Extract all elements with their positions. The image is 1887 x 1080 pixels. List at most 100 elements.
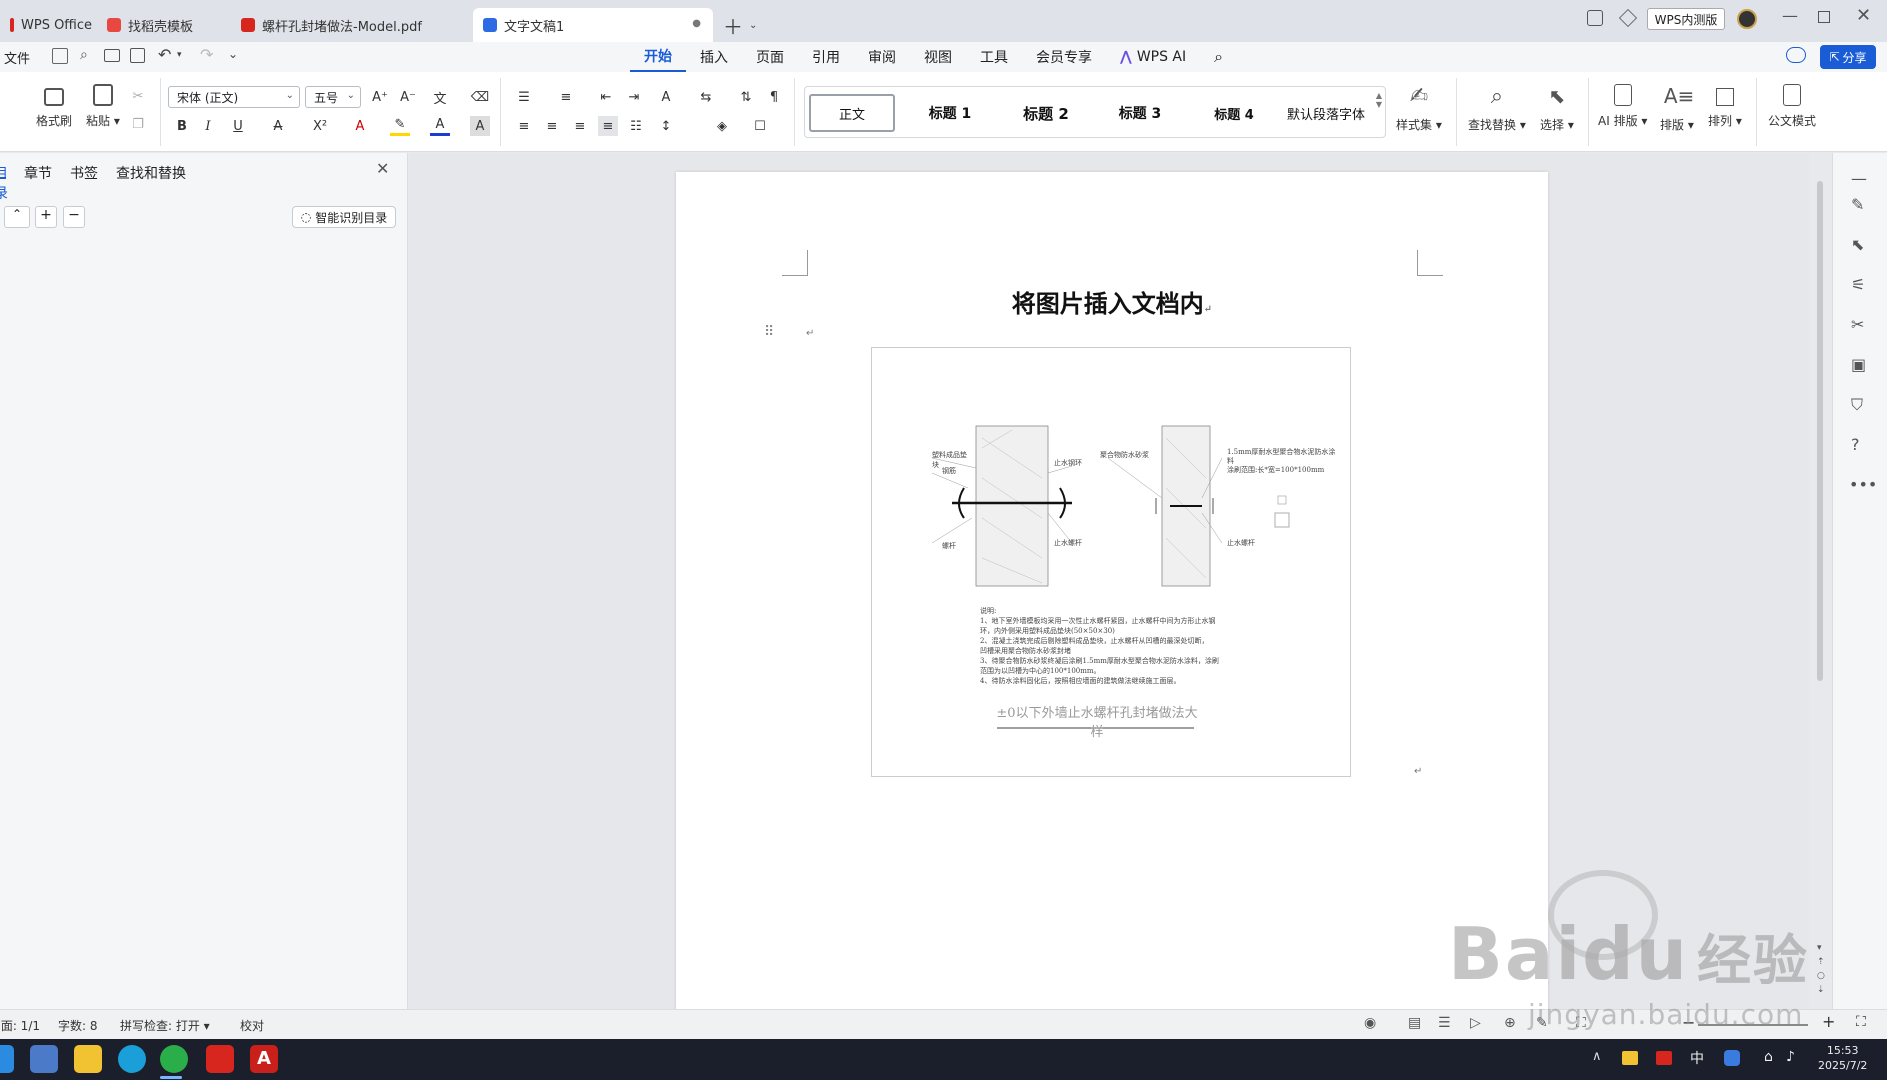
eye-icon[interactable]: ◉ <box>1364 1015 1376 1031</box>
menu-tab-review[interactable]: 审阅 <box>854 42 910 72</box>
file-explorer-icon[interactable] <box>74 1045 102 1073</box>
decrease-indent-icon[interactable]: ⇤ <box>596 87 616 107</box>
network-icon[interactable]: ⌂ <box>1764 1049 1773 1065</box>
spell-check-toggle[interactable]: 拼写检查: 打开 ▾ <box>120 1017 210 1034</box>
menu-search-icon[interactable]: ⌕ <box>1200 42 1237 72</box>
tray-expand-icon[interactable]: ∧ <box>1592 1049 1602 1064</box>
page-view-icon[interactable]: ▤ <box>1408 1015 1421 1031</box>
restore-icon[interactable] <box>1818 11 1830 23</box>
save-icon[interactable] <box>52 48 68 64</box>
undo-dropdown-icon[interactable]: ▾ <box>177 50 182 60</box>
paste-button[interactable]: 粘贴 ▾ <box>86 84 120 129</box>
tab-pdf-model[interactable]: 螺杆孔封堵做法-Model.pdf <box>231 8 471 42</box>
select-button[interactable]: ⬉ 选择 ▾ <box>1540 84 1574 133</box>
justify-icon[interactable]: ≡ <box>598 116 618 136</box>
tray-wps-icon[interactable] <box>1656 1051 1672 1065</box>
official-mode-button[interactable]: 公文模式 <box>1768 84 1816 129</box>
style-set-button[interactable]: ✍ 样式集 ▾ <box>1396 84 1442 133</box>
minimize-icon[interactable]: — <box>1782 6 1798 25</box>
align-right-icon[interactable]: ≡ <box>570 116 590 136</box>
nav-tab-find-replace[interactable]: 查找和替换 <box>116 163 186 203</box>
numbered-list-icon[interactable]: ≡ <box>556 87 576 107</box>
style-normal[interactable]: 正文 <box>809 94 895 132</box>
vertical-scrollbar[interactable] <box>1815 157 1825 697</box>
fullscreen-icon[interactable]: ⛶ <box>1856 1014 1866 1030</box>
collapse-up-icon[interactable]: ⌃ <box>4 206 30 228</box>
drag-handle-icon[interactable]: ⠿ <box>764 324 774 340</box>
format-painter-button[interactable]: 格式刷 <box>36 84 72 129</box>
edit-image-icon[interactable]: ▣ <box>1851 355 1866 374</box>
start-icon[interactable] <box>0 1045 14 1073</box>
print-preview-icon[interactable] <box>130 48 145 63</box>
line-spacing-icon[interactable]: ↕ <box>656 116 676 136</box>
word-count[interactable]: 字数: 8 <box>58 1017 98 1034</box>
superscript-icon[interactable]: X² <box>310 116 330 136</box>
copy-icon[interactable]: ❐ <box>128 114 148 134</box>
web-view-icon[interactable]: ⊕ <box>1504 1015 1516 1031</box>
tools-icon[interactable]: ✂ <box>1851 315 1864 334</box>
menu-tab-references[interactable]: 引用 <box>798 42 854 72</box>
menu-tab-insert[interactable]: 插入 <box>686 42 742 72</box>
menu-tab-membership[interactable]: 会员专享 <box>1022 42 1106 72</box>
gallery-scroll-icon[interactable]: ▲ ▼ <box>1376 91 1382 109</box>
quick-access-more-icon[interactable]: ⌄ <box>228 47 238 61</box>
underline-icon[interactable]: U <box>228 116 248 136</box>
style-heading-1[interactable]: 标题 1 <box>905 94 995 132</box>
clock[interactable]: 15:53 2025/7/2 <box>1818 1043 1867 1073</box>
borders-icon[interactable]: ☐ <box>750 116 770 136</box>
nav-tab-toc[interactable]: 目录 <box>0 163 8 203</box>
tab-document-1[interactable]: 文字文稿1 ● <box>473 8 713 42</box>
edge-browser-icon[interactable] <box>118 1045 146 1073</box>
menu-tab-wps-ai[interactable]: ⋀ WPS AI <box>1106 42 1200 72</box>
avatar[interactable] <box>1737 9 1757 29</box>
tab-close-dot-icon[interactable]: ● <box>692 18 701 29</box>
layout-button[interactable]: A≡ 排版 ▾ <box>1660 84 1694 133</box>
bullet-list-icon[interactable]: ☰ <box>514 87 534 107</box>
text-direction-icon[interactable]: A <box>656 87 676 107</box>
tray-qq-icon[interactable] <box>1724 1050 1740 1066</box>
font-size-select[interactable]: 五号 ⌄ <box>305 86 361 108</box>
increase-indent-icon[interactable]: ⇥ <box>624 87 644 107</box>
close-window-icon[interactable]: ✕ <box>1856 5 1871 26</box>
distribute-icon[interactable]: ☷ <box>626 116 646 136</box>
style-default-para-font[interactable]: 默认段落字体 <box>1279 94 1373 132</box>
inserted-drawing-image[interactable]: 塑料成品垫块 钢筋 螺杆 止水钢环 止水螺杆 聚合物防水砂浆 1.5mm厚耐水型… <box>871 347 1351 777</box>
scrollbar-thumb[interactable] <box>1817 181 1823 681</box>
add-heading-icon[interactable]: + <box>35 206 57 228</box>
pdf-reader-icon[interactable]: A <box>250 1045 278 1073</box>
ime-indicator[interactable]: 中 <box>1690 1048 1704 1068</box>
beta-badge[interactable]: WPS内测版 <box>1647 8 1725 30</box>
show-marks-icon[interactable]: ¶ <box>764 87 784 107</box>
ai-layout-button[interactable]: AI 排版 ▾ <box>1598 84 1647 129</box>
cube-icon[interactable] <box>1618 8 1638 28</box>
text-effect-icon[interactable]: A <box>350 116 370 136</box>
cloud-sync-icon[interactable] <box>1786 47 1806 63</box>
style-heading-3[interactable]: 标题 3 <box>1095 94 1185 132</box>
char-shading-icon[interactable]: A <box>470 116 490 136</box>
sort-icon[interactable]: ⇅ <box>736 87 756 107</box>
menu-tab-page[interactable]: 页面 <box>742 42 798 72</box>
font-color-icon[interactable]: A <box>430 116 450 136</box>
menu-tab-view[interactable]: 视图 <box>910 42 966 72</box>
more-icon[interactable]: ••• <box>1849 475 1877 494</box>
italic-icon[interactable]: I <box>198 116 218 136</box>
cursor-icon[interactable]: ⬉ <box>1851 235 1864 254</box>
search-doc-icon[interactable]: ⌕ <box>80 47 88 63</box>
remove-heading-icon[interactable]: − <box>63 206 85 228</box>
align-left-icon[interactable]: ≡ <box>514 116 534 136</box>
highlight-icon[interactable]: ✎ <box>390 116 410 136</box>
help-icon[interactable]: ? <box>1851 435 1860 454</box>
collapse-icon[interactable]: — <box>1851 169 1867 188</box>
shading-icon[interactable]: ◈ <box>712 116 732 136</box>
cut-icon[interactable]: ✂ <box>128 86 148 106</box>
proofread-button[interactable]: 校对 <box>240 1017 264 1034</box>
page-nav-icons[interactable]: ▾ ⇡ ○ ⇣ <box>1817 941 1825 997</box>
volume-icon[interactable]: ♪ <box>1786 1049 1795 1065</box>
file-menu[interactable]: 文件 <box>0 48 44 67</box>
share-button[interactable]: ⇱ 分享 <box>1820 45 1876 69</box>
arrange-button[interactable]: 排列 ▾ <box>1708 84 1742 129</box>
shrink-font-icon[interactable]: A⁻ <box>398 87 418 107</box>
clear-format-icon[interactable]: ⌫ <box>470 87 490 107</box>
tab-docer-templates[interactable]: 找稻壳模板 <box>97 8 229 42</box>
nav-tab-bookmarks[interactable]: 书签 <box>70 163 98 203</box>
